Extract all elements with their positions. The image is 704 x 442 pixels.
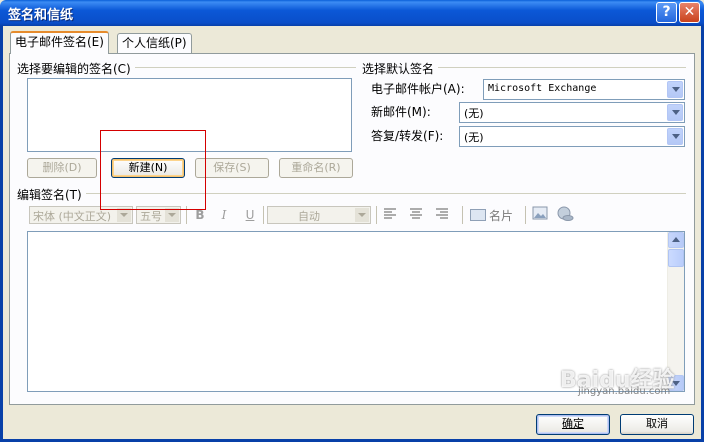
business-card-label: 名片 (489, 209, 514, 223)
new-messages-select-value: (无) (464, 107, 484, 120)
tab-personal-stationery-label: 个人信纸(P) (122, 36, 187, 50)
cancel-button-label: 取消 (646, 417, 668, 430)
chevron-down-icon (667, 128, 683, 145)
delete-button-label: 删除(D) (42, 161, 82, 174)
ok-button-label: 确定 (562, 417, 584, 430)
toolbar-separator (462, 206, 463, 224)
toolbar-separator (525, 206, 526, 224)
default-signature-group-label: 选择默认签名 (362, 60, 439, 77)
delete-button[interactable]: 删除(D) (27, 158, 97, 178)
chevron-down-icon (667, 81, 683, 98)
align-center-icon[interactable] (407, 206, 425, 224)
save-button-label: 保存(S) (213, 161, 251, 174)
edit-select-group-label: 选择要编辑的签名(C) (17, 60, 135, 77)
help-icon: ? (662, 4, 671, 20)
chevron-down-icon (165, 208, 179, 222)
chevron-down-icon (117, 208, 131, 222)
rename-button-label: 重命名(R) (291, 161, 341, 174)
new-signature-button[interactable]: 新建(N) (111, 158, 185, 178)
font-select[interactable]: 宋体 (中文正文) (29, 206, 133, 224)
tab-email-signature-label: 电子邮件签名(E) (15, 35, 104, 49)
edit-signature-label: 编辑签名(T) (17, 186, 86, 203)
cancel-button[interactable]: 取消 (620, 414, 694, 435)
save-button[interactable]: 保存(S) (195, 158, 269, 178)
chevron-down-icon (667, 104, 683, 121)
account-label: 电子邮件帐户(A): (371, 82, 465, 96)
business-card-icon (470, 209, 486, 221)
new-messages-label: 新邮件(M): (371, 105, 431, 119)
align-right-icon[interactable] (433, 206, 451, 224)
group-divider (18, 193, 686, 194)
italic-icon[interactable]: I (215, 206, 233, 224)
new-messages-select[interactable]: (无) (459, 102, 685, 123)
bold-icon[interactable]: B (191, 206, 209, 224)
business-card-button[interactable]: 名片 (468, 206, 518, 224)
rename-button[interactable]: 重命名(R) (279, 158, 353, 178)
new-signature-button-label: 新建(N) (128, 161, 168, 174)
title-bar: 签名和信纸 ? ✕ (0, 0, 704, 26)
close-button[interactable]: ✕ (679, 2, 700, 23)
toolbar-separator (263, 206, 264, 224)
scroll-up-icon[interactable] (668, 232, 684, 248)
chevron-down-icon (355, 208, 369, 222)
close-icon: ✕ (683, 4, 696, 20)
scroll-thumb[interactable] (668, 249, 684, 267)
insert-picture-icon[interactable] (531, 206, 549, 224)
account-select-value: Microsoft Exchange (488, 83, 597, 94)
tab-personal-stationery[interactable]: 个人信纸(P) (117, 33, 192, 53)
font-color-select[interactable]: 自动 (267, 206, 371, 224)
window-title: 签名和信纸 (8, 8, 74, 23)
signature-list[interactable] (27, 78, 352, 152)
hyperlink-icon[interactable] (556, 206, 574, 224)
font-size-select[interactable]: 五号 (136, 206, 181, 224)
font-color-value: 自动 (298, 210, 320, 223)
align-left-icon[interactable] (381, 206, 399, 224)
toolbar-separator (376, 206, 377, 224)
replies-label: 答复/转发(F): (371, 129, 444, 143)
toolbar-separator (186, 206, 187, 224)
account-select[interactable]: Microsoft Exchange (483, 79, 685, 100)
watermark-url: jingyan.baidu.com (578, 386, 671, 397)
font-select-value: 宋体 (中文正文) (33, 210, 112, 223)
ok-button[interactable]: 确定 (536, 414, 610, 435)
replies-select[interactable]: (无) (459, 126, 685, 147)
font-size-value: 五号 (140, 210, 162, 223)
help-button[interactable]: ? (656, 2, 677, 23)
underline-icon[interactable]: U (241, 206, 259, 224)
replies-select-value: (无) (464, 131, 484, 144)
tab-email-signature[interactable]: 电子邮件签名(E) (10, 31, 109, 54)
